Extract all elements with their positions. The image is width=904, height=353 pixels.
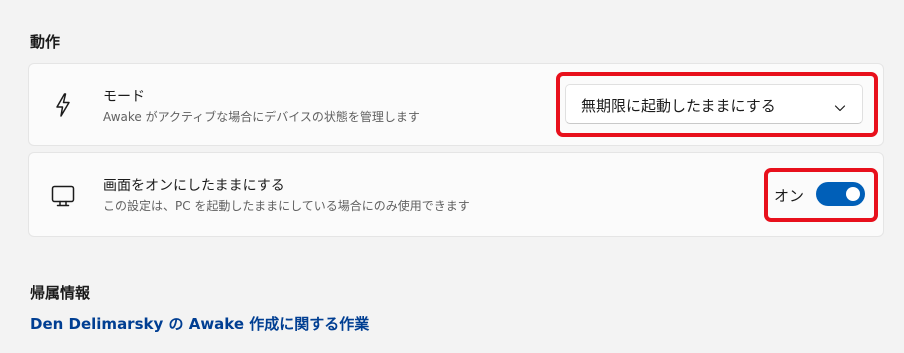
toggle-state-label: オン	[774, 187, 805, 205]
toggle-knob	[846, 187, 860, 201]
keep-screen-on-setting-card: 画面をオンにしたままにする この設定は、PC を起動したままにしている場合にのみ…	[28, 152, 884, 237]
keep-screen-on-title: 画面をオンにしたままにする	[103, 178, 285, 194]
monitor-icon	[49, 182, 77, 210]
attribution-section-title: 帰属情報	[30, 284, 91, 302]
mode-dropdown-value: 無期限に起動したままにする	[581, 97, 776, 115]
chevron-down-icon	[834, 99, 846, 112]
mode-title: モード	[103, 89, 145, 105]
lightning-icon	[49, 91, 77, 119]
behavior-section-title: 動作	[30, 33, 61, 51]
keep-screen-on-toggle[interactable]	[816, 182, 865, 206]
attribution-link[interactable]: Den Delimarsky の Awake 作成に関する作業	[30, 313, 369, 334]
mode-setting-card: モード Awake がアクティブな場合にデバイスの状態を管理します 無期限に起動…	[28, 63, 884, 146]
mode-dropdown[interactable]: 無期限に起動したままにする	[565, 84, 863, 124]
mode-description: Awake がアクティブな場合にデバイスの状態を管理します	[103, 110, 420, 124]
keep-screen-on-description: この設定は、PC を起動したままにしている場合にのみ使用できます	[103, 199, 470, 213]
